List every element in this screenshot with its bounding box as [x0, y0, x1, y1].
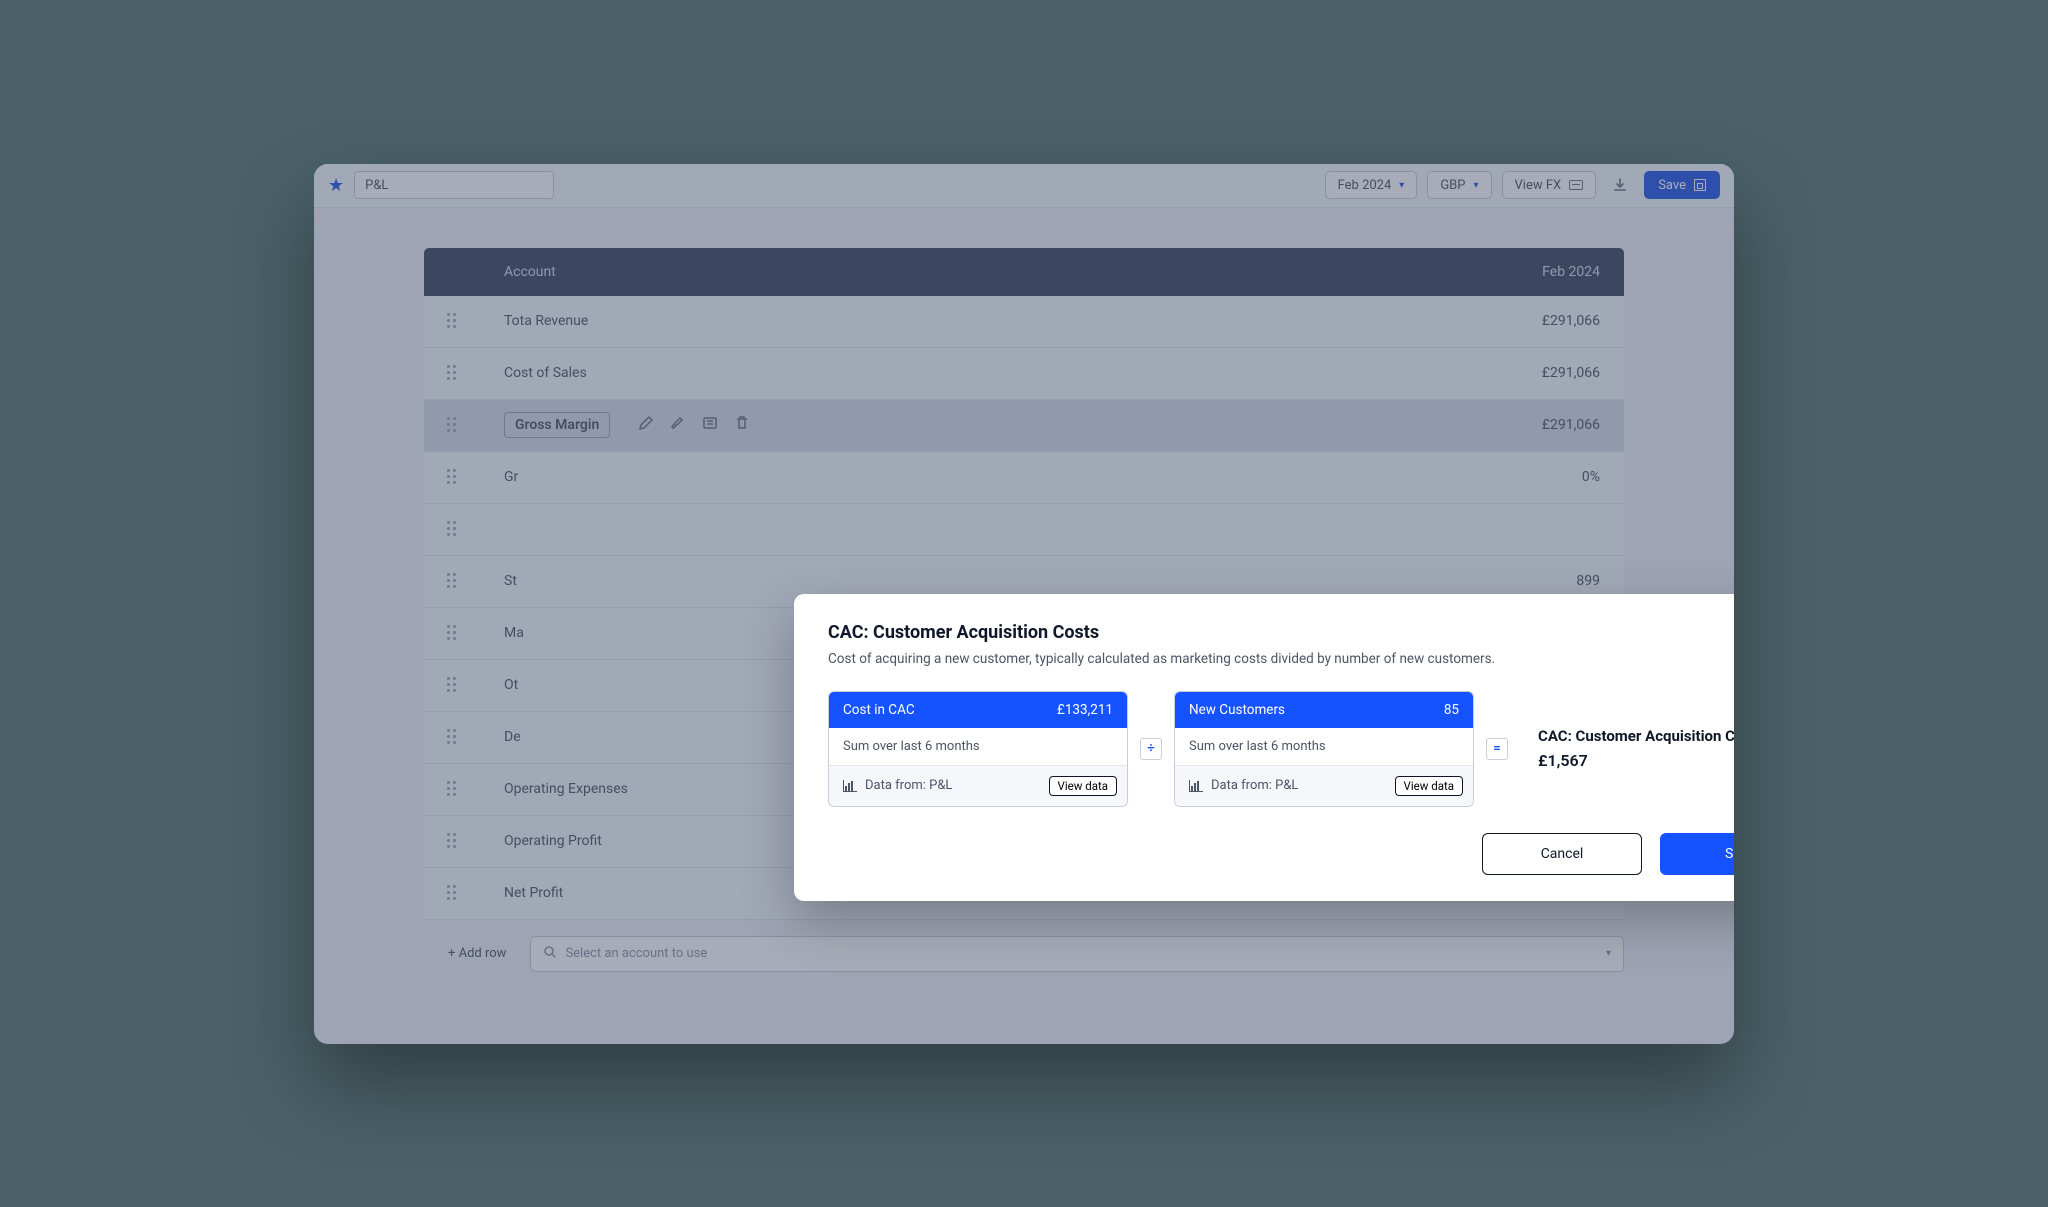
card-method: Sum over last 6 months [1175, 728, 1473, 766]
card-footer: Data from: P&L View data [1175, 766, 1473, 806]
card-header: Cost in CAC £133,211 [829, 692, 1127, 728]
card-value: £133,211 [1057, 702, 1113, 718]
modal-actions: Cancel Save [828, 833, 1734, 875]
card-source: Data from: P&L [865, 778, 952, 793]
card-method: Sum over last 6 months [829, 728, 1127, 766]
cac-modal: CAC: Customer Acquisition Costs Cost of … [794, 594, 1734, 901]
result-value: £1,567 [1538, 751, 1734, 770]
modal-description: Cost of acquiring a new customer, typica… [828, 651, 1734, 667]
view-data-button[interactable]: View data [1395, 776, 1463, 796]
card-footer: Data from: P&L View data [829, 766, 1127, 806]
cancel-button[interactable]: Cancel [1482, 833, 1642, 875]
card-name: New Customers [1189, 702, 1285, 718]
card-source: Data from: P&L [1211, 778, 1298, 793]
operator-equals: = [1486, 738, 1508, 760]
formula-builder: Cost in CAC £133,211 Sum over last 6 mon… [828, 691, 1734, 807]
operand-card-customers[interactable]: New Customers 85 Sum over last 6 months … [1174, 691, 1474, 807]
card-name: Cost in CAC [843, 702, 915, 718]
card-value: 85 [1444, 702, 1459, 718]
modal-title: CAC: Customer Acquisition Costs [828, 622, 1734, 643]
operator-divide[interactable]: ÷ [1140, 738, 1162, 760]
chart-icon [1189, 780, 1203, 792]
card-header: New Customers 85 [1175, 692, 1473, 728]
result-block: CAC: Customer Acquisition Costs actuals … [1520, 727, 1734, 770]
result-title: CAC: Customer Acquisition Costs actuals [1538, 727, 1734, 745]
save-button[interactable]: Save [1660, 833, 1734, 875]
operand-card-cost[interactable]: Cost in CAC £133,211 Sum over last 6 mon… [828, 691, 1128, 807]
view-data-button[interactable]: View data [1049, 776, 1117, 796]
app-window: ★ Feb 2024 ▾ GBP ▾ View FX Save Account … [314, 164, 1734, 1044]
chart-icon [843, 780, 857, 792]
